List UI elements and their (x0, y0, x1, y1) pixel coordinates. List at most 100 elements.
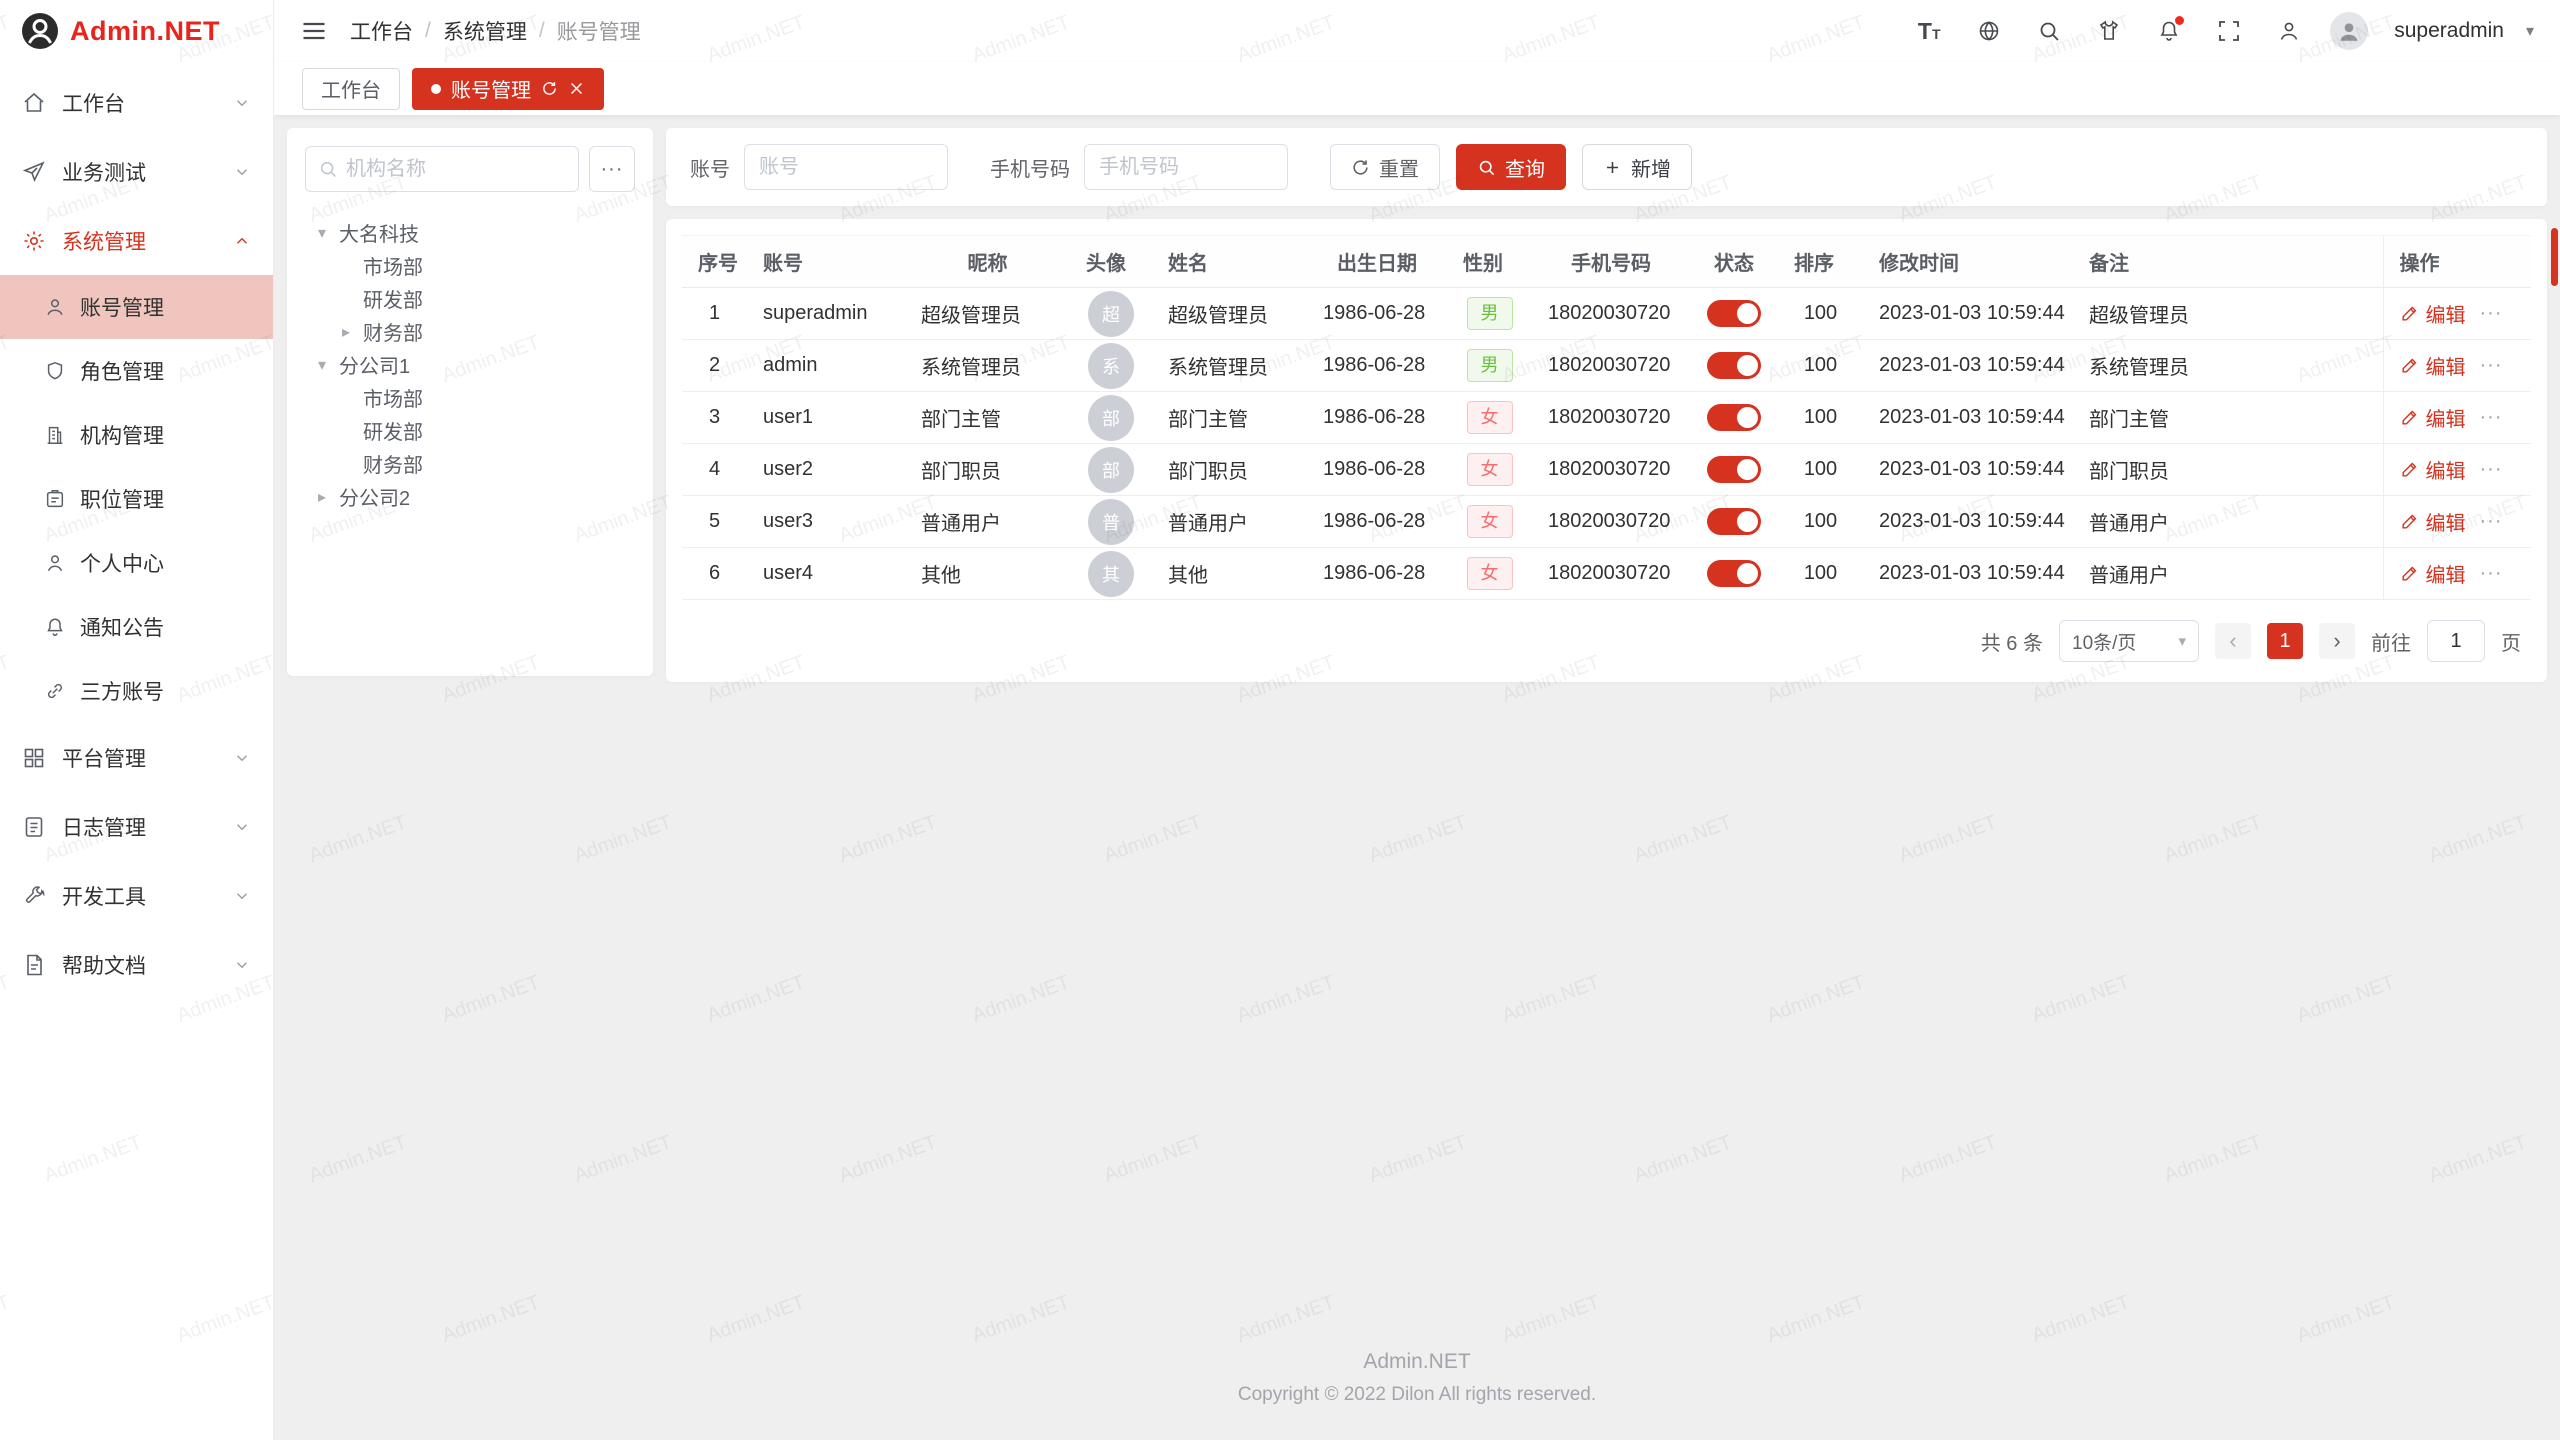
sidebar-item-log-manage[interactable]: 日志管理 (0, 792, 273, 861)
org-tree: ▾ 大名科技 市场部 研发部 ▸ 财务部 ▾ 分公司1 市场部 研发部 (305, 216, 635, 513)
more-actions-icon[interactable]: ··· (2480, 406, 2503, 429)
column-header: 操作 (2383, 236, 2531, 288)
user-avatar[interactable] (2330, 12, 2368, 50)
more-actions-icon[interactable]: ··· (2480, 354, 2503, 377)
page-size-select[interactable]: 10条/页 ▾ (2059, 620, 2199, 662)
sidebar-item-dev-tools[interactable]: 开发工具 (0, 861, 273, 930)
cell-birthday: 1986-06-28 (1307, 288, 1447, 340)
tree-node-company[interactable]: ▾ 大名科技 (305, 216, 635, 249)
add-button[interactable]: 新增 (1582, 144, 1692, 190)
breadcrumb-item-system[interactable]: 系统管理 (443, 16, 527, 46)
cell-phone: 18020030720 (1532, 340, 1690, 392)
search-icon[interactable] (2030, 12, 2068, 50)
sidebar-item-system-manage[interactable]: 系统管理 (0, 206, 273, 275)
refresh-icon[interactable] (541, 80, 558, 97)
goto-page-input[interactable] (2427, 620, 2485, 662)
table-row: 2 admin 系统管理员 系 系统管理员 1986-06-28 男 18020… (682, 340, 2531, 392)
language-globe-icon[interactable] (1970, 12, 2008, 50)
phone-filter-input[interactable] (1084, 144, 1288, 190)
sidebar-item-notice[interactable]: 通知公告 (0, 595, 273, 659)
bell-icon (44, 616, 66, 638)
notification-bell-icon[interactable] (2150, 12, 2188, 50)
tree-node-dept[interactable]: 市场部 (305, 381, 635, 414)
sidebar-item-business-test[interactable]: 业务测试 (0, 137, 273, 206)
username-label[interactable]: superadmin (2394, 19, 2504, 43)
sidebar-item-platform-manage[interactable]: 平台管理 (0, 723, 273, 792)
more-actions-icon[interactable]: ··· (2480, 302, 2503, 325)
user-dropdown-caret-icon[interactable]: ▾ (2526, 21, 2534, 41)
edit-button[interactable]: 编辑 (2400, 455, 2466, 484)
edit-button[interactable]: 编辑 (2400, 507, 2466, 536)
cell-account: user4 (747, 548, 905, 600)
caret-down-icon[interactable]: ▾ (313, 223, 331, 243)
sidebar-item-org-manage[interactable]: 机构管理 (0, 403, 273, 467)
sidebar-item-role-manage[interactable]: 角色管理 (0, 339, 273, 403)
breadcrumb-item-workbench[interactable]: 工作台 (350, 16, 413, 46)
edit-button[interactable]: 编辑 (2400, 351, 2466, 380)
theme-skin-icon[interactable] (2090, 12, 2128, 50)
gender-badge: 女 (1467, 557, 1513, 590)
edit-button[interactable]: 编辑 (2400, 403, 2466, 432)
more-actions-icon[interactable]: ··· (2480, 458, 2503, 481)
close-tab-icon[interactable] (568, 80, 585, 97)
tab-account-manage[interactable]: 账号管理 (412, 68, 604, 110)
tree-node-dept[interactable]: 研发部 (305, 282, 635, 315)
query-button[interactable]: 查询 (1456, 144, 1566, 190)
caret-down-icon[interactable]: ▾ (313, 355, 331, 375)
status-toggle[interactable] (1707, 508, 1761, 535)
reset-button[interactable]: 重置 (1330, 144, 1440, 190)
tree-node-dept[interactable]: 研发部 (305, 414, 635, 447)
cell-gender: 女 (1447, 548, 1532, 600)
footer-copyright: Copyright © 2022 Dilon All rights reserv… (274, 1384, 2560, 1406)
tree-node-branch1[interactable]: ▾ 分公司1 (305, 348, 635, 381)
app-logo[interactable]: Admin.NET (0, 0, 273, 62)
cell-modified: 2023-01-03 10:59:44 (1863, 496, 2073, 548)
sidebar-item-third-account[interactable]: 三方账号 (0, 659, 273, 723)
sidebar-item-workbench[interactable]: 工作台 (0, 68, 273, 137)
status-toggle[interactable] (1707, 352, 1761, 379)
org-search-field[interactable] (305, 146, 579, 192)
tree-node-dept[interactable]: 市场部 (305, 249, 635, 282)
cell-name: 部门职员 (1152, 444, 1307, 496)
hamburger-menu-icon[interactable] (300, 17, 328, 45)
org-more-button[interactable]: ··· (589, 146, 635, 192)
next-page-button[interactable]: › (2319, 623, 2355, 659)
tree-node-dept[interactable]: 财务部 (305, 447, 635, 480)
prev-page-button[interactable]: ‹ (2215, 623, 2251, 659)
table-row: 4 user2 部门职员 部 部门职员 1986-06-28 女 1802003… (682, 444, 2531, 496)
more-actions-icon[interactable]: ··· (2480, 510, 2503, 533)
cell-status (1690, 496, 1778, 548)
cell-birthday: 1986-06-28 (1307, 444, 1447, 496)
more-actions-icon[interactable]: ··· (2480, 562, 2503, 585)
sidebar-item-account-manage[interactable]: 账号管理 (0, 275, 273, 339)
status-toggle[interactable] (1707, 300, 1761, 327)
tree-node-dept[interactable]: ▸ 财务部 (305, 315, 635, 348)
account-filter-input[interactable] (744, 144, 948, 190)
cell-avatar: 系 (1070, 340, 1152, 392)
sidebar-item-position-manage[interactable]: 职位管理 (0, 467, 273, 531)
column-header: 账号 (747, 236, 905, 288)
tree-node-branch2[interactable]: ▸ 分公司2 (305, 480, 635, 513)
user-settings-icon[interactable] (2270, 12, 2308, 50)
cell-status (1690, 340, 1778, 392)
fullscreen-icon[interactable] (2210, 12, 2248, 50)
org-search-input[interactable] (346, 158, 566, 181)
caret-right-icon[interactable]: ▸ (337, 322, 355, 342)
cell-modified: 2023-01-03 10:59:44 (1863, 392, 2073, 444)
sidebar-item-help-docs[interactable]: 帮助文档 (0, 930, 273, 999)
font-size-icon[interactable]: TT (1910, 12, 1948, 50)
caret-right-icon[interactable]: ▸ (313, 487, 331, 507)
status-toggle[interactable] (1707, 456, 1761, 483)
status-toggle[interactable] (1707, 560, 1761, 587)
column-header: 修改时间 (1863, 236, 2073, 288)
chevron-down-icon (233, 94, 251, 112)
status-toggle[interactable] (1707, 404, 1761, 431)
current-page-button[interactable]: 1 (2267, 623, 2303, 659)
cell-actions: 编辑 ··· (2383, 288, 2531, 340)
sidebar-item-profile-center[interactable]: 个人中心 (0, 531, 273, 595)
edit-button[interactable]: 编辑 (2400, 559, 2466, 588)
tab-workbench[interactable]: 工作台 (302, 68, 400, 110)
scrollbar-thumb[interactable] (2551, 228, 2558, 286)
edit-button[interactable]: 编辑 (2400, 299, 2466, 328)
cell-nickname: 部门职员 (905, 444, 1070, 496)
